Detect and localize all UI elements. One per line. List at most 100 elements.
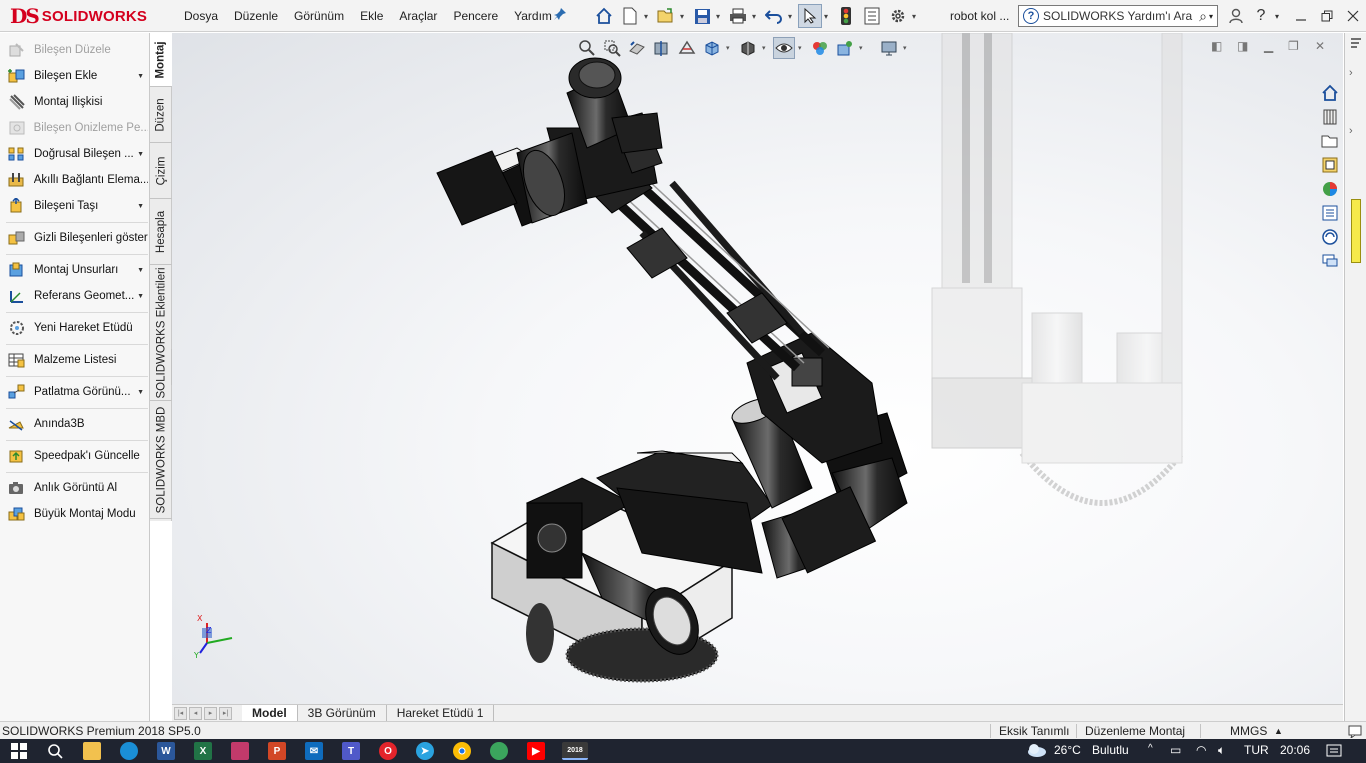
notifications-icon[interactable] <box>1326 743 1342 762</box>
windows-start-icon[interactable] <box>10 742 28 760</box>
options-gear-icon[interactable] <box>886 4 910 28</box>
next-tab-icon[interactable]: ▸ <box>204 706 217 720</box>
chevron-down-icon[interactable]: ▾ <box>824 12 832 21</box>
chevron-right-icon[interactable]: › <box>1349 125 1353 137</box>
cmd-reference-geometry[interactable]: Referans Geomet... ▼ <box>6 285 148 307</box>
chevron-down-icon[interactable]: ▾ <box>912 12 920 21</box>
clock-time[interactable]: 20:06 <box>1280 743 1310 757</box>
scroll-indicator[interactable] <box>1351 199 1361 263</box>
teams-icon[interactable]: T <box>342 742 360 760</box>
menu-pencere[interactable]: Pencere <box>445 9 506 23</box>
chevron-down-icon[interactable]: ▼ <box>137 203 144 210</box>
paint-app-icon[interactable] <box>231 742 249 760</box>
powerpoint-icon[interactable]: P <box>268 742 286 760</box>
prev-tab-icon[interactable]: ◂ <box>189 706 202 720</box>
design-library-icon[interactable] <box>1318 106 1342 128</box>
cmd-update-speedpak[interactable]: Speedpak'ı Güncelle <box>6 445 148 467</box>
cmd-mate[interactable]: Montaj İlişkisi <box>6 91 148 113</box>
cmd-edit-component[interactable]: Bileşen Düzele <box>6 39 148 61</box>
chevron-down-icon[interactable]: ▾ <box>680 12 688 21</box>
cmd-component-preview[interactable]: Bileşen Önizleme Pe... <box>6 117 148 139</box>
tab-3d-view[interactable]: 3B Görünüm <box>298 705 387 721</box>
chevron-up-icon[interactable]: ▲ <box>1274 726 1283 736</box>
chevron-down-icon[interactable]: ▾ <box>752 12 760 21</box>
menu-yardim[interactable]: Yardım <box>506 9 560 23</box>
telegram-icon[interactable]: ➤ <box>416 742 434 760</box>
restore-window-icon[interactable] <box>1316 5 1338 27</box>
tab-montaj[interactable]: Montaj <box>150 33 172 87</box>
cmd-insert-component[interactable]: Bileşen Ekle ▼ <box>6 65 148 87</box>
file-properties-icon[interactable] <box>860 4 884 28</box>
appearances-icon[interactable] <box>1318 178 1342 200</box>
search-input[interactable]: SOLIDWORKS Yardım'ı Ara <box>1043 9 1199 23</box>
battery-icon[interactable]: ▭ <box>1170 743 1181 757</box>
save-icon[interactable] <box>690 4 714 28</box>
green-app-icon[interactable] <box>490 742 508 760</box>
cmd-smart-fasteners[interactable]: Akıllı Bağlantı Elema... <box>6 169 148 191</box>
chevron-down-icon[interactable]: ▾ <box>716 12 724 21</box>
help-icon[interactable]: ? <box>1252 5 1270 27</box>
cmd-linear-pattern[interactable]: Doğrusal Bileşen ... ▼ <box>6 143 148 165</box>
chevron-down-icon[interactable]: ▾ <box>788 12 796 21</box>
new-document-icon[interactable] <box>618 4 642 28</box>
chevron-down-icon[interactable]: ▾ <box>644 12 652 21</box>
tab-hesapla[interactable]: Hesapla <box>150 199 172 265</box>
chevron-down-icon[interactable]: ▼ <box>137 73 144 80</box>
select-cursor-icon[interactable] <box>798 4 822 28</box>
input-language[interactable]: TUR <box>1244 743 1269 757</box>
search-icon[interactable]: ⌕ <box>1199 8 1207 25</box>
menu-gorunum[interactable]: Görünüm <box>286 9 352 23</box>
close-window-icon[interactable] <box>1342 5 1364 27</box>
tab-solidworks-mbd[interactable]: SOLIDWORKS MBD <box>150 401 172 519</box>
tab-duzen[interactable]: Düzen <box>150 87 172 143</box>
solidworks-forum-icon[interactable] <box>1318 226 1342 248</box>
chevron-down-icon[interactable]: ▼ <box>137 267 144 274</box>
home-icon[interactable] <box>592 4 616 28</box>
cmd-large-assembly-mode[interactable]: Büyük Montaj Modu <box>6 503 148 525</box>
cmd-move-component[interactable]: Bileşeni Taşı ▼ <box>6 195 148 217</box>
chevron-down-icon[interactable]: ▼ <box>137 389 144 396</box>
tab-model[interactable]: Model <box>242 705 298 721</box>
cmd-bill-of-materials[interactable]: Malzeme Listesi <box>6 349 148 371</box>
search-icon[interactable] <box>46 742 64 760</box>
chevron-down-icon[interactable]: ▼ <box>137 151 144 158</box>
chevron-down-icon[interactable]: ▾ <box>1272 5 1282 27</box>
tab-solidworks-eklentileri[interactable]: SOLIDWORKS Eklentileri <box>150 265 172 401</box>
mail-icon[interactable]: ✉ <box>305 742 323 760</box>
file-explorer-icon[interactable] <box>83 742 101 760</box>
wifi-icon[interactable]: ◠ <box>1196 743 1206 757</box>
cmd-new-motion-study[interactable]: Yeni Hareket Etüdü <box>6 317 148 339</box>
tab-cizim[interactable]: Çizim <box>150 143 172 199</box>
menu-duzenle[interactable]: Düzenle <box>226 9 286 23</box>
last-tab-icon[interactable]: ▸| <box>219 706 232 720</box>
menu-araclar[interactable]: Araçlar <box>391 9 445 23</box>
excel-icon[interactable]: X <box>194 742 212 760</box>
cmd-assembly-features[interactable]: Montaj Unsurları ▼ <box>6 259 148 281</box>
weather-cloud-icon[interactable] <box>1026 741 1048 762</box>
view-palette-icon[interactable] <box>1318 154 1342 176</box>
solidworks-resources-icon[interactable] <box>1318 82 1342 104</box>
flyout-tree-icon[interactable] <box>1349 37 1363 54</box>
edge-browser-icon[interactable] <box>120 742 138 760</box>
solidworks-taskbar-icon[interactable]: 2018 <box>562 742 588 760</box>
menu-ekle[interactable]: Ekle <box>352 9 391 23</box>
menu-dosya[interactable]: Dosya <box>176 9 226 23</box>
chevron-right-icon[interactable]: › <box>1349 67 1353 79</box>
chevron-down-icon[interactable]: ▾ <box>1209 12 1213 21</box>
user-account-icon[interactable] <box>1226 5 1246 27</box>
chevron-up-icon[interactable]: ^ <box>1148 743 1153 754</box>
first-tab-icon[interactable]: |◂ <box>174 706 187 720</box>
undo-icon[interactable] <box>762 4 786 28</box>
rebuild-traffic-light-icon[interactable] <box>834 4 858 28</box>
custom-properties-icon[interactable] <box>1318 202 1342 224</box>
status-units[interactable]: MMGS <box>1230 724 1267 738</box>
word-icon[interactable]: W <box>157 742 175 760</box>
pin-icon[interactable] <box>553 7 567 24</box>
cmd-instant3d[interactable]: Anında3B <box>6 413 148 435</box>
youtube-icon[interactable]: ▶ <box>527 742 545 760</box>
volume-icon[interactable]: 🔈︎ <box>1218 743 1225 758</box>
chat-comments-icon[interactable] <box>1318 250 1342 272</box>
graphics-viewport[interactable]: ▾ ▾ ▾ ▾ ▾ ◧ ◨ ▁ ❐ ✕ X Y Z <box>172 33 1343 705</box>
opera-icon[interactable]: O <box>379 742 397 760</box>
open-icon[interactable] <box>654 4 678 28</box>
